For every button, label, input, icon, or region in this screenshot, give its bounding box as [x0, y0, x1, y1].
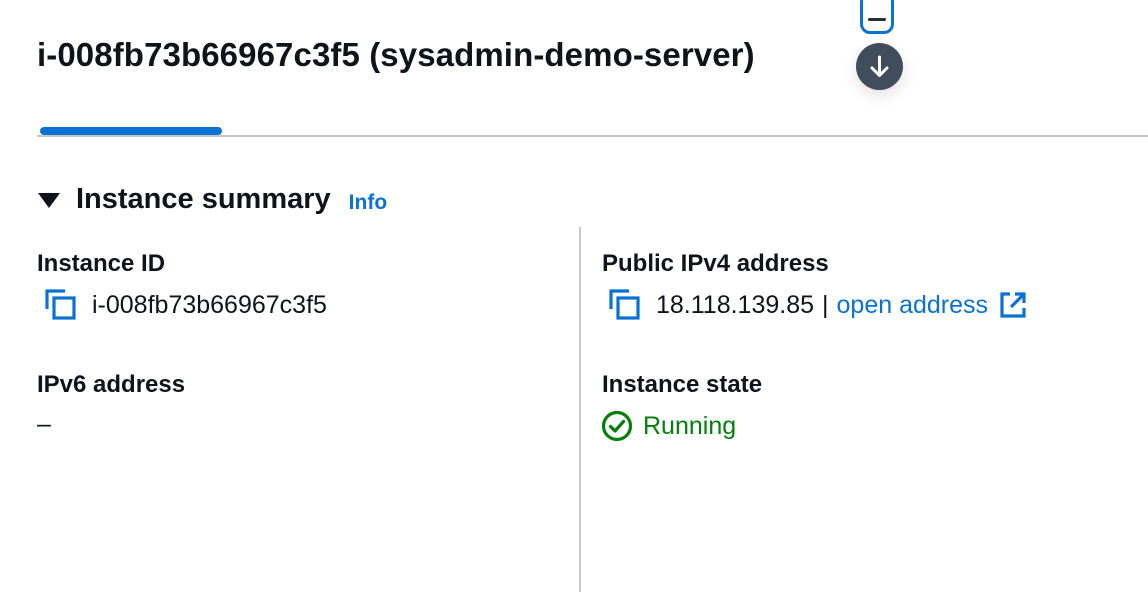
separator: | — [822, 290, 829, 319]
tab-active-indicator[interactable] — [40, 127, 222, 135]
public-ipv4-value: 18.118.139.85 — [656, 290, 815, 319]
column-divider — [579, 227, 581, 592]
floating-controls — [856, 0, 903, 92]
ipv6-value: – — [37, 410, 51, 438]
copy-icon[interactable] — [44, 288, 78, 322]
copy-icon[interactable] — [608, 288, 642, 322]
instance-id-label: Instance ID — [37, 250, 166, 277]
status-check-icon — [601, 410, 633, 442]
instance-state-value: Running — [643, 411, 737, 440]
public-ipv4-value-row: 18.118.139.85 | open address — [608, 288, 1028, 322]
arrow-down-icon — [870, 55, 889, 77]
section-title[interactable]: Instance summary — [76, 183, 331, 216]
public-ipv4-label: Public IPv4 address — [602, 250, 829, 277]
ipv6-label: IPv6 address — [37, 371, 186, 398]
scroll-down-button[interactable] — [856, 43, 903, 90]
info-link[interactable]: Info — [349, 191, 387, 215]
instance-state-label: Instance state — [602, 371, 763, 398]
open-address-link[interactable]: open address — [837, 291, 989, 320]
instance-summary-header: Instance summary Info — [38, 183, 387, 216]
minimize-icon — [868, 18, 886, 21]
tab-divider — [37, 135, 1148, 137]
minimize-button[interactable] — [860, 0, 894, 34]
instance-detail-page: i-008fb73b66967c3f5 (sysadmin-demo-serve… — [0, 0, 1148, 592]
instance-state-row: Running — [601, 410, 736, 442]
page-title: i-008fb73b66967c3f5 (sysadmin-demo-serve… — [37, 36, 755, 73]
instance-id-value-row: i-008fb73b66967c3f5 — [44, 288, 327, 322]
instance-id-value: i-008fb73b66967c3f5 — [92, 290, 327, 319]
caret-down-icon[interactable] — [38, 193, 60, 208]
external-link-icon[interactable] — [998, 290, 1028, 320]
